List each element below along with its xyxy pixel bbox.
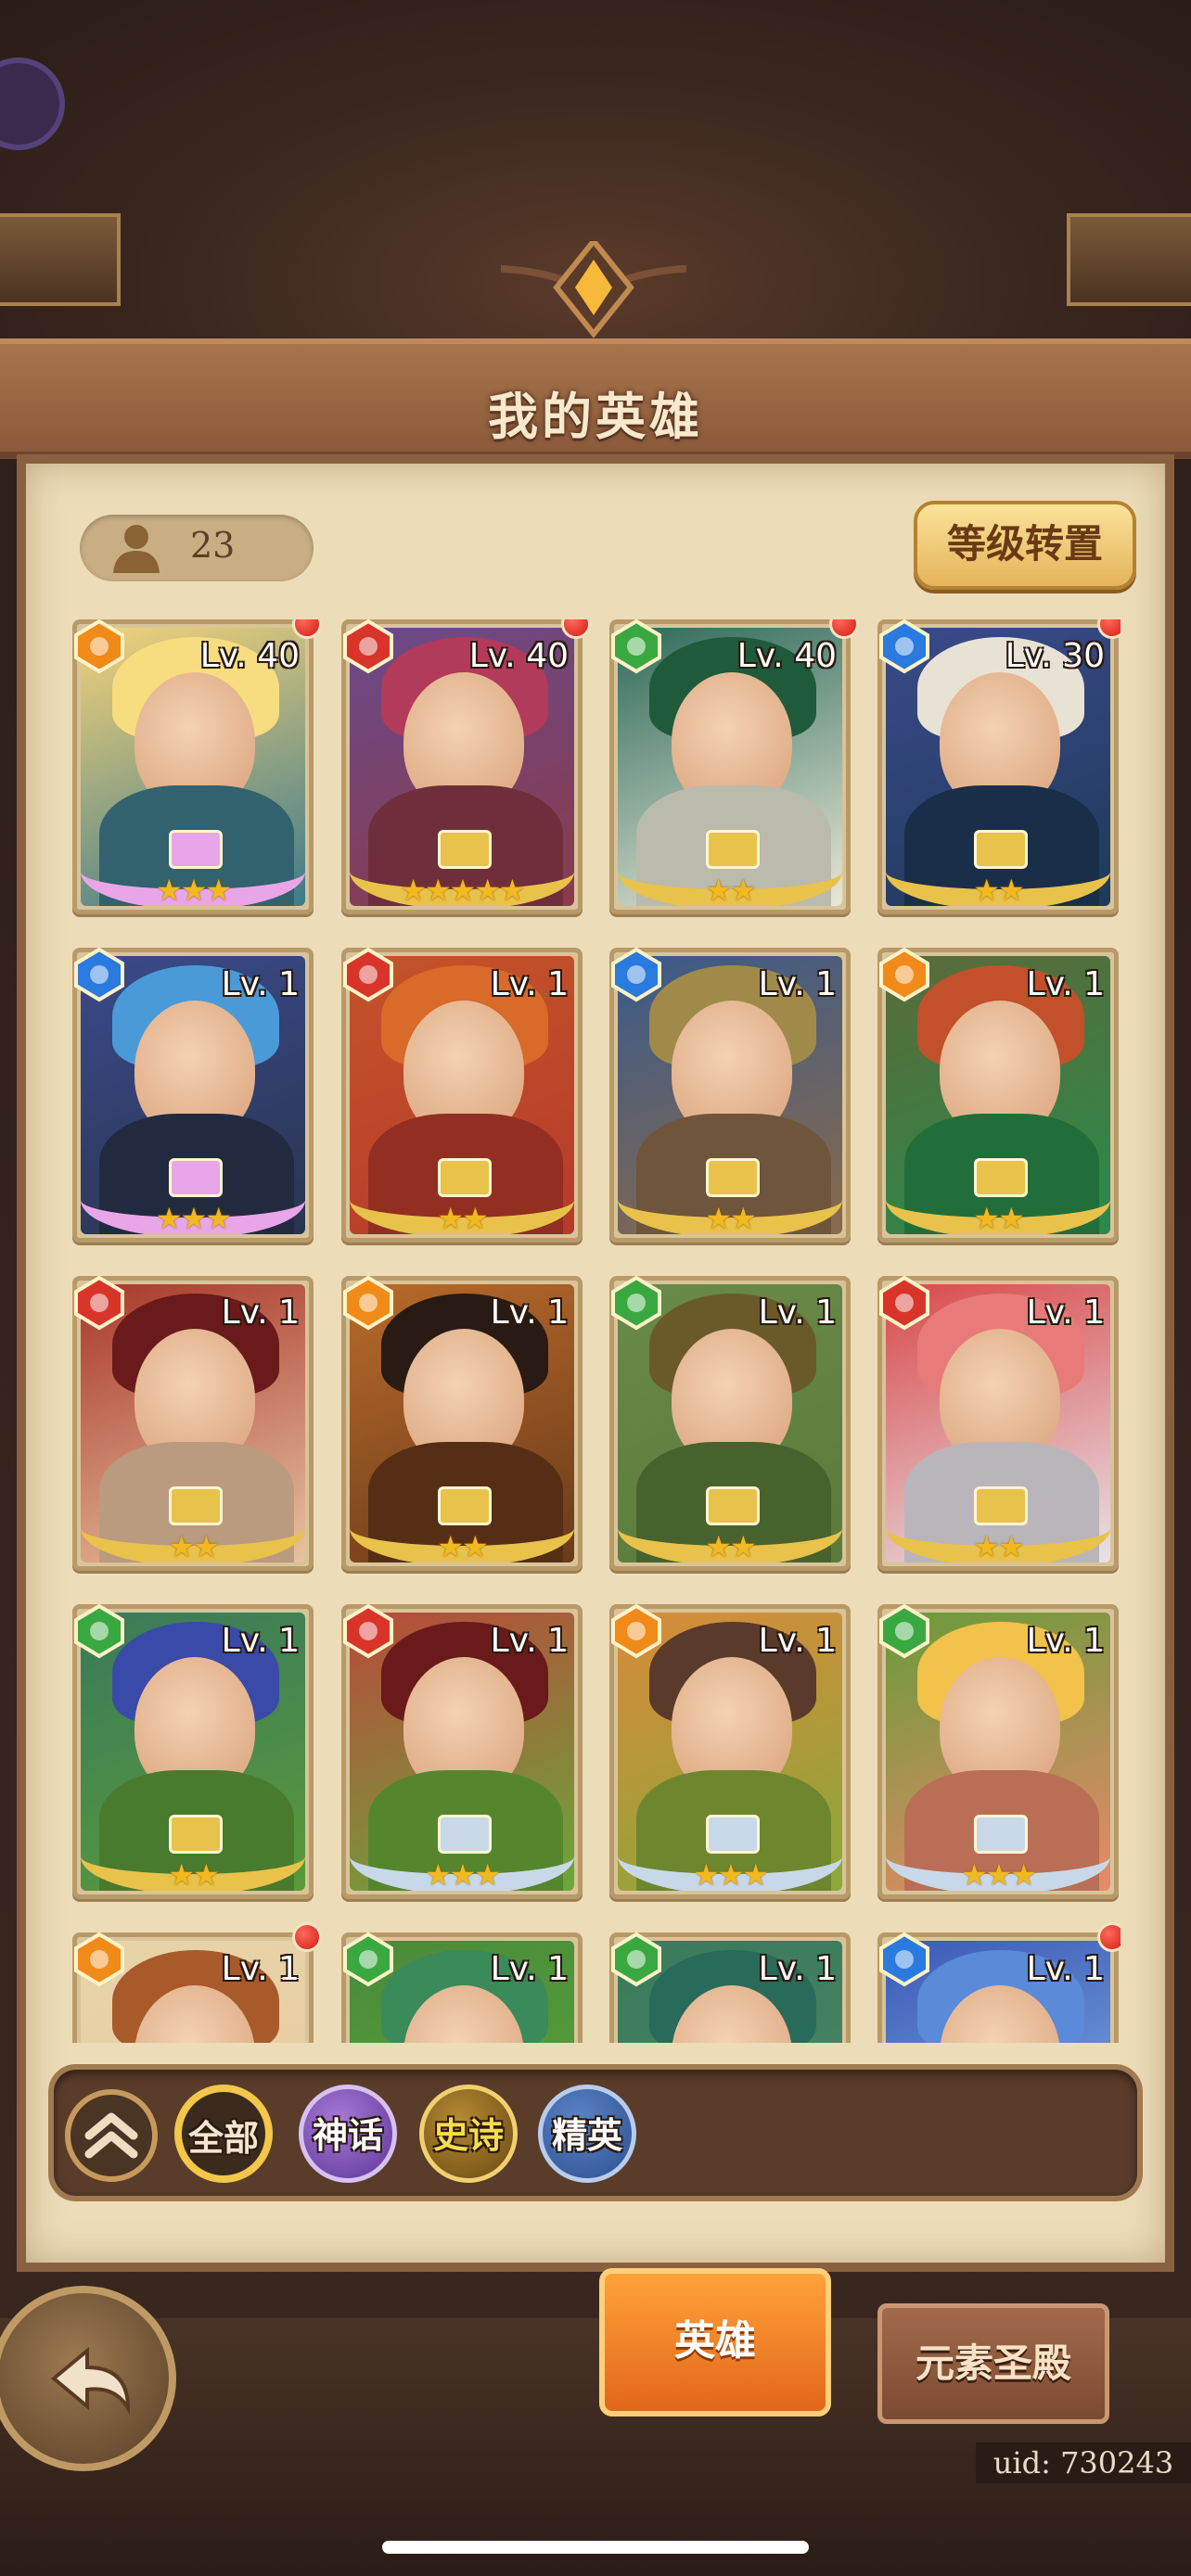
hero-stars: ★★ [973,1201,1024,1234]
hero-card[interactable]: ★★★★★ Lv. 40 [341,619,591,914]
right-pillar-decoration [1067,213,1191,306]
hero-card[interactable]: ★★ Lv. 1 [72,1603,314,1899]
crest-icon [501,241,686,338]
hero-card[interactable]: ★★ Lv. 1 [72,1275,314,1571]
fire-element-icon [343,947,393,1002]
hero-level: Lv. 1 [221,1950,300,1988]
filter-elite-button[interactable]: 精英 [538,2085,636,2183]
water-element-icon [879,619,929,674]
back-arrow-icon [50,2346,131,2416]
nature-element-icon [611,1275,661,1331]
hero-card[interactable]: ★★★ Lv. 1 [72,947,314,1243]
hero-level: Lv. 40 [468,637,569,675]
new-indicator-dot [1097,1922,1121,1952]
home-indicator[interactable] [382,2541,809,2554]
hero-stars: ★★ [705,873,756,906]
hero-level: Lv. 40 [199,637,300,675]
hero-level: Lv. 1 [221,965,300,1003]
collapse-button[interactable] [65,2089,158,2182]
hero-stars: ★★★ [155,1201,232,1234]
hero-card[interactable]: ★★★ Lv. 40 [72,619,322,914]
hero-stars: ★★ [437,1529,488,1562]
hero-stars: ★★★★★ [400,873,525,906]
uid-label: uid: 730243 [976,2442,1191,2483]
hero-stars: ★★★ [155,873,232,906]
nature-element-icon [611,1932,661,1987]
hero-level: Lv. 1 [1026,1294,1105,1332]
double-chevron-up-icon [84,2112,138,2159]
tab-heroes[interactable]: 英雄 [599,2268,831,2417]
hero-count: 23 [190,525,236,566]
water-element-icon [74,947,124,1002]
light-element-icon [611,1603,661,1659]
hero-level: Lv. 1 [221,1294,300,1332]
person-icon [113,525,160,573]
filter-epic-button[interactable]: 史诗 [419,2085,518,2183]
hero-stars: ★★ [705,1201,756,1234]
hero-level: Lv. 1 [1026,1950,1105,1988]
hero-stars: ★★★ [960,1857,1037,1891]
hero-card[interactable]: Lv. 1 [72,1922,322,2043]
hero-card[interactable]: Lv. 1 [877,1922,1121,2043]
page-title: 我的英雄 [488,388,703,446]
hero-card[interactable]: ★★★ Lv. 1 [609,1603,851,1899]
hero-level: Lv. 1 [221,1622,300,1660]
tab-elemental-temple[interactable]: 元素圣殿 [877,2303,1109,2424]
hero-card[interactable]: ★★ Lv. 1 [877,1275,1119,1571]
hero-card[interactable]: ★★ Lv. 30 [877,619,1121,914]
hero-card[interactable]: ★★ Lv. 1 [609,947,851,1243]
hero-level: Lv. 1 [758,1622,837,1660]
hero-card[interactable]: ★★★ Lv. 1 [877,1603,1119,1899]
hero-level: Lv. 1 [490,1950,569,1988]
new-indicator-dot [292,1922,322,1952]
hero-level: Lv. 1 [1026,1622,1105,1660]
hero-level: Lv. 1 [1026,965,1105,1003]
hero-level: Lv. 1 [490,1294,569,1332]
fire-element-icon [343,1603,393,1659]
hero-stars: ★★ [437,1201,488,1234]
nature-element-icon [879,1603,929,1659]
hero-card[interactable]: ★★ Lv. 1 [609,1275,851,1571]
hero-level: Lv. 30 [1005,637,1105,675]
water-element-icon [879,1932,929,1987]
filter-myth-button[interactable]: 神话 [299,2085,397,2183]
hero-level: Lv. 1 [490,1622,569,1660]
fire-element-icon [879,1275,929,1331]
hero-stars: ★★★ [692,1857,769,1891]
hero-card[interactable]: Lv. 1 [341,1932,583,2043]
filter-all-button[interactable]: 全部 [174,2085,273,2183]
light-element-icon [879,947,929,1002]
hero-level: Lv. 1 [758,1294,837,1332]
hero-stars: ★★ [168,1529,219,1562]
hero-grid[interactable]: ★★★ Lv. 40 ★★★★★ Lv. 40 ★★ Lv. 40 ★★ Lv. 30 ★★★ L… [72,619,1121,2043]
hero-card[interactable]: ★★ Lv. 40 [609,619,859,914]
hero-level: Lv. 1 [758,965,837,1003]
hero-card[interactable]: ★★ Lv. 1 [877,947,1119,1243]
hero-stars: ★★★ [424,1857,501,1891]
hero-stars: ★★ [973,873,1024,906]
hero-level: Lv. 40 [736,637,837,675]
back-button[interactable] [0,2286,176,2471]
left-pillar-decoration [0,213,121,306]
nature-element-icon [343,1932,393,1987]
nature-element-icon [611,619,661,674]
hero-card[interactable]: ★★ Lv. 1 [341,1275,583,1571]
hero-card[interactable]: Lv. 1 [609,1932,851,2043]
hero-stars: ★★ [973,1529,1024,1562]
fire-element-icon [74,1275,124,1331]
water-element-icon [611,947,661,1002]
hero-level: Lv. 1 [758,1950,837,1988]
hero-stars: ★★ [168,1857,219,1891]
level-transfer-button[interactable]: 等级转置 [914,501,1136,590]
nature-element-icon [74,1603,124,1659]
light-element-icon [74,619,124,674]
hero-level: Lv. 1 [490,965,569,1003]
hero-card[interactable]: ★★★ Lv. 1 [341,1603,583,1899]
hero-card[interactable]: ★★ Lv. 1 [341,947,583,1243]
fire-element-icon [343,619,393,674]
light-element-icon [74,1932,124,1987]
hero-stars: ★★ [705,1529,756,1562]
light-element-icon [343,1275,393,1331]
